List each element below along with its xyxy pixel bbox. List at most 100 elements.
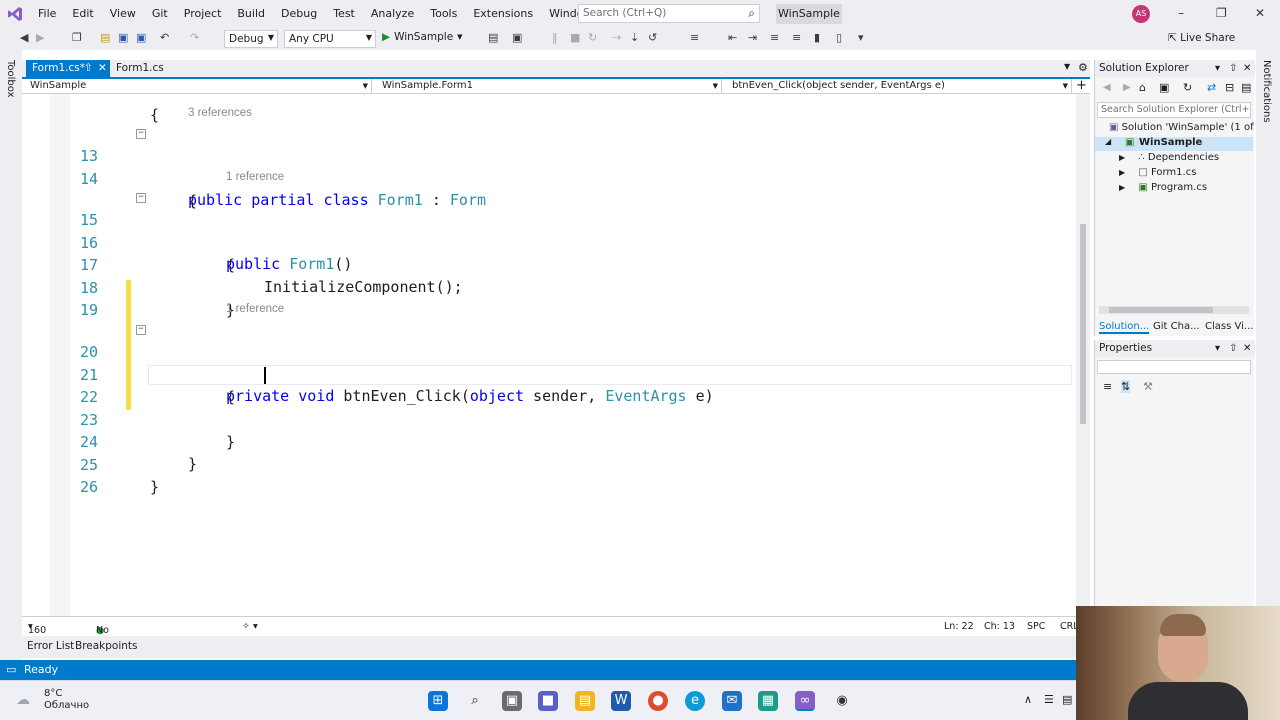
history-icon[interactable]: ↻ (1183, 81, 1192, 94)
whitespace-mode[interactable]: SPC (1027, 621, 1045, 632)
project-node[interactable]: ◢ ▣ WinSample (1095, 137, 1253, 151)
menu-tools[interactable]: Tools (422, 0, 465, 28)
mail-icon[interactable]: ✉ (722, 691, 742, 711)
toolbox-strip[interactable]: Toolbox (0, 50, 22, 660)
menu-git[interactable]: Git (144, 0, 176, 28)
scrollbar-thumb[interactable] (1109, 307, 1213, 313)
search-input[interactable]: Search (Ctrl+Q) ⌕ (578, 4, 760, 23)
undo-icon[interactable]: ↶ (160, 31, 169, 44)
close-icon[interactable]: ✕ (1243, 60, 1251, 77)
step-out-icon[interactable]: ↺ (648, 31, 657, 44)
restart-icon[interactable]: ↻ (588, 31, 597, 44)
tray-overflow-icon[interactable]: ∧ (1024, 693, 1032, 706)
properties-object-select[interactable] (1097, 360, 1251, 374)
save-icon[interactable]: ▣ (118, 31, 128, 44)
dropdown-icon[interactable]: ▾ (1215, 60, 1220, 77)
restore-icon[interactable]: ❐ (1216, 6, 1227, 20)
tree-item-form1[interactable]: ▶ □ Form1.cs (1119, 167, 1196, 178)
property-pages-icon[interactable]: ⚒ (1143, 380, 1153, 393)
task-view-icon[interactable]: ▣ (502, 691, 522, 711)
avatar[interactable]: AS (1132, 5, 1150, 23)
file-explorer-icon[interactable]: ▤ (575, 691, 595, 711)
save-all-icon[interactable]: ▣ (136, 31, 146, 44)
collapse-icon[interactable]: − (136, 325, 146, 335)
comment-icon[interactable]: ≡ (690, 31, 699, 44)
solution-explorer-search-input[interactable]: Search Solution Explorer (Ctrl+;) (1097, 102, 1251, 118)
menu-extensions[interactable]: Extensions (465, 0, 541, 28)
tree-item-program[interactable]: ▶ ▣ Program.cs (1119, 182, 1207, 193)
redo-icon[interactable]: ↷ (190, 31, 199, 44)
chrome-icon[interactable]: ● (648, 691, 668, 711)
split-add-icon[interactable]: + (1076, 78, 1087, 93)
codelens-references[interactable]: 1 reference (226, 303, 284, 315)
chat-icon[interactable]: ■ (538, 691, 558, 711)
settings-icon[interactable]: ⚙ (1078, 61, 1088, 74)
menu-analyze[interactable]: Analyze (363, 0, 422, 28)
calculator-icon[interactable]: ▦ (758, 691, 778, 711)
project-dropdown[interactable]: WinSample ▼ (22, 79, 372, 93)
format-icon[interactable]: ≡ (770, 31, 779, 44)
tab-list-icon[interactable]: ▼ (1064, 62, 1070, 71)
zoom-select[interactable]: 160 % ▾ (28, 621, 46, 647)
new-item-icon[interactable]: ❐ (72, 31, 82, 44)
back-icon[interactable]: ◀ (20, 31, 28, 44)
home-icon[interactable]: ⌂ (1139, 81, 1146, 94)
alphabetical-icon[interactable]: ⇅ (1121, 380, 1131, 393)
pin-icon[interactable]: ⇧ (1229, 60, 1237, 77)
tray-settings-icon[interactable]: ☰ (1044, 693, 1054, 706)
close-icon[interactable]: ✕ (98, 60, 107, 77)
collapse-all-icon[interactable]: ⊟ (1225, 81, 1234, 94)
bookmark-icon[interactable]: ▮ (814, 31, 820, 44)
collapse-icon[interactable]: − (136, 129, 146, 139)
indent-icon[interactable]: ⇤ (728, 31, 737, 44)
forward-icon[interactable]: ▶ (1123, 82, 1131, 93)
tab-error-list[interactable]: Error List (27, 640, 74, 652)
stop-icon[interactable]: ■ (570, 31, 580, 44)
close-icon[interactable]: ✕ (1243, 340, 1251, 357)
start-debugging-button[interactable]: ▶ WinSample ▼ (382, 31, 463, 43)
close-icon[interactable]: ✕ (1255, 6, 1265, 20)
tab-solution-explorer[interactable]: Solution... (1099, 321, 1150, 334)
toolbox-label[interactable]: Toolbox (5, 60, 16, 98)
code-cleanup-icon[interactable]: ✧ ▾ (242, 621, 258, 632)
expand-arrow-icon[interactable]: ◢ (1105, 137, 1111, 146)
menu-file[interactable]: File (30, 0, 64, 28)
open-folder-icon[interactable]: ▤ (100, 31, 110, 44)
tray-network-icon[interactable]: ▤ (1062, 693, 1072, 706)
bookmark-nav-icon[interactable]: ▯ (836, 31, 842, 44)
search-icon[interactable]: ⌕ (465, 691, 485, 711)
sync-icon[interactable]: ⇄ (1207, 81, 1216, 94)
uncomment-icon[interactable]: ≡ (792, 31, 801, 44)
codelens-references[interactable]: 3 references (188, 107, 252, 119)
obs-record-icon[interactable]: ◉ (832, 691, 852, 711)
minimize-icon[interactable]: – (1178, 6, 1184, 20)
browse-icon[interactable]: ▣ (512, 31, 522, 44)
tab-class-view[interactable]: Class Vi... (1205, 321, 1253, 332)
back-icon[interactable]: ◀ (1103, 82, 1111, 93)
properties-icon[interactable]: ▤ (1241, 81, 1251, 94)
pin-icon[interactable]: ⇧ (84, 60, 93, 77)
expand-arrow-icon[interactable]: ▶ (1119, 168, 1125, 177)
menu-build[interactable]: Build (229, 0, 273, 28)
tab-form1-design[interactable]: Form1.cs [Design]* (110, 60, 220, 91)
notifications-label[interactable]: Notifications (1261, 60, 1272, 123)
step-over-icon[interactable]: ⇢ (612, 31, 621, 44)
platform-select[interactable]: Any CPU ▼ (284, 30, 376, 48)
notifications-strip[interactable]: Notifications (1256, 50, 1280, 610)
menu-project[interactable]: Project (176, 0, 230, 28)
type-dropdown[interactable]: WinSample.Form1 ▼ (374, 79, 722, 93)
codelens-references[interactable]: 1 reference (226, 171, 284, 183)
toolbar-overflow-icon[interactable]: ▾ (858, 31, 864, 44)
edge-icon[interactable]: e (685, 691, 705, 711)
code-editor[interactable]: { 3 references 13 − public partial class… (22, 94, 1076, 616)
expand-arrow-icon[interactable]: ▶ (1119, 183, 1125, 192)
switch-views-icon[interactable]: ▣ (1159, 81, 1169, 94)
tab-breakpoints[interactable]: Breakpoints (75, 640, 138, 652)
expand-arrow-icon[interactable]: ▶ (1119, 153, 1125, 162)
tab-form1-cs[interactable]: Form1.cs* ⇧ ✕ (26, 60, 110, 77)
forward-icon[interactable]: ▶ (36, 31, 44, 44)
windows-start-icon[interactable]: ⊞ (428, 691, 448, 711)
menu-view[interactable]: View (102, 0, 144, 28)
live-share-button[interactable]: ⇱ Live Share (1168, 32, 1235, 44)
solution-node[interactable]: ▣ Solution 'WinSample' (1 of 1 (1109, 122, 1263, 133)
